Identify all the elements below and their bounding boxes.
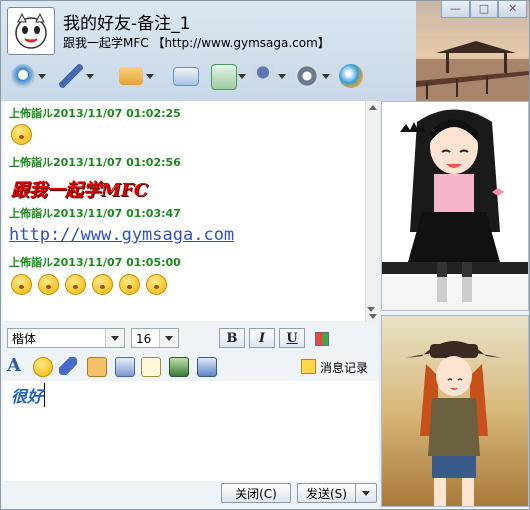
message-history-label: 消息记录 [320,361,369,375]
smiley-icon[interactable] [33,357,53,377]
message-header: 上佈詣ル2013/11/07 01:03:47 [9,207,181,220]
collapse-panel-icon[interactable] [364,303,378,317]
video-call-button[interactable] [7,61,47,95]
contact-show-image [382,109,528,310]
contact-show-panel [381,101,529,311]
message-styled-text: 跟我一起学MFC [11,180,149,201]
chat-history[interactable]: 上佈詣ル2013/11/07 01:02:25 上佈詣ル2013/11/07 0… [3,101,379,321]
maximize-button[interactable]: □ [469,1,499,18]
chevron-down-icon [362,491,370,496]
message-history-button[interactable]: 消息记录 [301,359,368,376]
emoticon-icon [146,274,167,295]
message-input[interactable]: 很好 [3,381,379,481]
send-button[interactable]: 发送(S) [297,483,355,503]
thumbs-up-icon[interactable] [87,357,107,377]
font-size-select[interactable]: 16 [131,328,179,348]
microphone-icon [59,64,83,88]
send-mail-button[interactable] [169,61,209,95]
screen-capture-icon[interactable] [197,357,217,377]
font-select-value: 楷体 [12,332,37,346]
italic-button[interactable]: I [249,328,275,348]
picture-icon[interactable] [169,357,189,377]
emoticon-icon [92,274,113,295]
add-member-icon [211,64,237,90]
app-button[interactable] [335,61,375,95]
emoticon-icon [11,124,32,145]
voice-icon[interactable] [115,357,135,377]
input-toolbar: A 消息记录 [3,353,379,381]
font-select[interactable]: 楷体 [7,328,125,348]
contact-signature: 跟我一起学MFC 【http://www.gymsaga.com】 [63,36,330,50]
send-file-button[interactable] [115,61,155,95]
chevron-down-icon[interactable] [105,329,124,347]
chat-scrollbar[interactable] [365,101,380,323]
emoticon-icon [65,274,86,295]
note-icon[interactable] [141,357,161,377]
magic-hat-icon[interactable] [59,357,77,375]
close-button[interactable]: 关闭(C) [221,483,291,503]
scroll-up-icon[interactable] [369,105,377,110]
self-show-image [382,316,528,506]
message-header: 上佈詣ル2013/11/07 01:02:56 [9,156,181,169]
app-icon [339,64,363,88]
main-toolbar [7,61,377,95]
message-header: 上佈詣ル2013/11/07 01:05:00 [9,256,181,269]
font-size-value: 16 [136,332,152,346]
bold-button[interactable]: B [219,328,245,348]
group-chat-button[interactable] [247,61,287,95]
chat-window: 我的好友-备注_1 跟我一起学MFC 【http://www.gymsaga.c… [0,0,530,510]
send-options-button[interactable] [355,483,377,503]
emoticon-icon [38,274,59,295]
emoticon-icon [11,274,32,295]
window-header: 我的好友-备注_1 跟我一起学MFC 【http://www.gymsaga.c… [1,1,529,101]
video-icon [11,64,35,88]
self-show-panel [381,315,529,507]
window-controls: — □ ✕ [441,1,528,19]
settings-button[interactable] [291,61,331,95]
folder-transfer-icon [119,67,143,85]
message-link[interactable]: http://www.gymsaga.com [9,225,234,245]
message-input-text: 很好 [11,383,46,407]
group-chat-icon [251,64,275,88]
close-window-button[interactable]: ✕ [498,1,528,18]
message-header: 上佈詣ル2013/11/07 01:02:25 [9,107,181,120]
format-bar: 楷体 16 B I U [3,323,379,351]
add-member-button[interactable] [207,61,247,95]
color-palette-icon[interactable] [315,332,329,346]
mail-icon [173,67,199,86]
settings-icon [295,64,319,88]
window-title: 我的好友-备注_1 [63,14,191,34]
chevron-down-icon[interactable] [159,329,178,347]
underline-button[interactable]: U [279,328,305,348]
font-color-icon[interactable]: A [7,357,25,375]
history-icon [301,359,316,374]
contact-avatar[interactable] [7,7,55,55]
voice-call-button[interactable] [55,61,95,95]
emoticon-icon [119,274,140,295]
minimize-button[interactable]: — [441,1,470,18]
